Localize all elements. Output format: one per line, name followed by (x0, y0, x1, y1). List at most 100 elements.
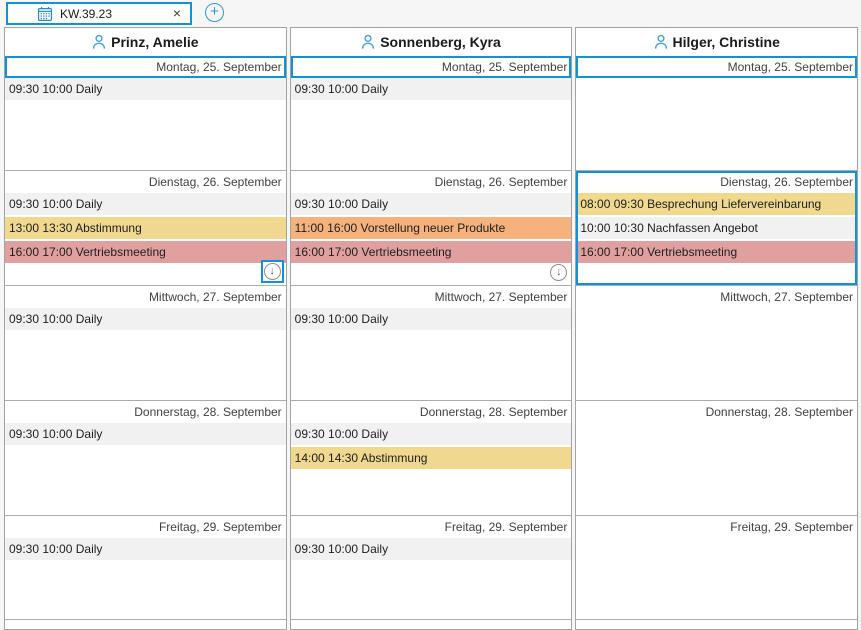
day-header[interactable]: Mittwoch, 27. September (291, 286, 572, 308)
day-header[interactable]: Dienstag, 26. September (5, 171, 286, 193)
calendar-event[interactable]: 16:00 17:00 Vertriebsmeeting (576, 241, 857, 263)
calendar-event[interactable]: 09:30 10:00 Daily (291, 193, 572, 215)
event-title: Vertriebsmeeting (361, 245, 451, 259)
event-title: Besprechung Liefervereinbarung (647, 197, 821, 211)
day-cell-selected[interactable]: Dienstag, 26. September 08:00 09:30 Besp… (576, 171, 857, 286)
tab-label: KW.39.23 (60, 7, 170, 21)
event-time: 16:00 17:00 (295, 245, 358, 259)
event-time: 10:00 10:30 (580, 221, 643, 235)
event-time: 09:30 10:00 (9, 197, 72, 211)
event-title: Daily (76, 542, 103, 556)
calendar-event[interactable]: 11:00 16:00 Vorstellung neuer Produkte (291, 217, 572, 239)
day-header[interactable]: Montag, 25. September (576, 56, 857, 78)
event-title: Daily (76, 82, 103, 96)
event-title: Daily (361, 82, 388, 96)
calendar-event[interactable]: 09:30 10:00 Daily (5, 308, 286, 330)
week-grid: Prinz, Amelie Montag, 25. September 09:3… (0, 27, 861, 630)
event-title: Daily (361, 312, 388, 326)
overflow-arrow-button[interactable]: ↓ (550, 264, 567, 281)
column-title: Hilger, Christine (673, 34, 780, 50)
event-time: 09:30 10:00 (9, 427, 72, 441)
calendar-event[interactable]: 09:30 10:00 Daily (291, 538, 572, 560)
calendar-event[interactable]: 09:30 10:00 Daily (5, 193, 286, 215)
column-header[interactable]: Sonnenberg, Kyra (291, 28, 572, 56)
day-cell[interactable]: Donnerstag, 28. September (576, 401, 857, 516)
column-header[interactable]: Hilger, Christine (576, 28, 857, 56)
event-time: 09:30 10:00 (295, 197, 358, 211)
close-icon[interactable]: × (170, 5, 184, 22)
event-time: 13:00 13:30 (9, 221, 72, 235)
calendar-event[interactable]: 09:30 10:00 Daily (291, 78, 572, 100)
event-title: Abstimmung (361, 451, 428, 465)
day-header[interactable]: Mittwoch, 27. September (5, 286, 286, 308)
event-time: 11:00 16:00 (295, 221, 358, 235)
day-header[interactable]: Donnerstag, 28. September (5, 401, 286, 423)
event-time: 09:30 10:00 (9, 312, 72, 326)
event-title: Abstimmung (75, 221, 142, 235)
day-header[interactable]: Mittwoch, 27. September (576, 286, 857, 308)
day-header[interactable]: Montag, 25. September (291, 56, 572, 78)
day-cell[interactable]: Freitag, 29. September 09:30 10:00 Daily (291, 516, 572, 620)
day-cell[interactable]: Donnerstag, 28. September 09:30 10:00 Da… (5, 401, 286, 516)
calendar-event[interactable]: 09:30 10:00 Daily (5, 78, 286, 100)
day-cell[interactable]: Mittwoch, 27. September (576, 286, 857, 401)
down-arrow-icon: ↓ (264, 263, 281, 280)
calendar-event[interactable]: 08:00 09:30 Besprechung Liefervereinbaru… (576, 193, 857, 215)
event-title: Daily (361, 197, 388, 211)
event-time: 16:00 17:00 (580, 245, 643, 259)
day-header[interactable]: Donnerstag, 28. September (576, 401, 857, 423)
calendar-event[interactable]: 09:30 10:00 Daily (291, 308, 572, 330)
day-header[interactable]: Freitag, 29. September (291, 516, 572, 538)
resource-column-hilger: Hilger, Christine Montag, 25. September … (575, 27, 858, 630)
day-cell[interactable]: Montag, 25. September 09:30 10:00 Daily (291, 56, 572, 171)
calendar-event[interactable]: 09:30 10:00 Daily (291, 423, 572, 445)
day-header[interactable]: Donnerstag, 28. September (291, 401, 572, 423)
day-cell[interactable]: Montag, 25. September 09:30 10:00 Daily (5, 56, 286, 171)
calendar-event[interactable]: 09:30 10:00 Daily (5, 423, 286, 445)
event-time: 09:30 10:00 (295, 542, 358, 556)
calendar-event[interactable]: 16:00 17:00 Vertriebsmeeting (5, 241, 286, 263)
down-arrow-icon: ↓ (550, 264, 567, 281)
calendar-event[interactable]: 10:00 10:30 Nachfassen Angebot (576, 217, 857, 239)
day-cell[interactable]: Dienstag, 26. September 09:30 10:00 Dail… (5, 171, 286, 286)
calendar-event[interactable]: 16:00 17:00 Vertriebsmeeting (291, 241, 572, 263)
event-time: 09:30 10:00 (9, 542, 72, 556)
event-title: Daily (76, 197, 103, 211)
event-title: Daily (76, 427, 103, 441)
day-cell[interactable]: Freitag, 29. September 09:30 10:00 Daily (5, 516, 286, 620)
event-time: 16:00 17:00 (9, 245, 72, 259)
overflow-arrow-button[interactable]: ↓ (261, 260, 284, 283)
person-icon (92, 34, 106, 50)
day-cell[interactable]: Donnerstag, 28. September 09:30 10:00 Da… (291, 401, 572, 516)
day-cell[interactable]: Mittwoch, 27. September 09:30 10:00 Dail… (5, 286, 286, 401)
event-title: Vertriebsmeeting (76, 245, 166, 259)
day-cell[interactable]: Montag, 25. September (576, 56, 857, 171)
calendar-event[interactable]: 09:30 10:00 Daily (5, 538, 286, 560)
day-header[interactable]: Dienstag, 26. September (576, 171, 857, 193)
event-time: 14:00 14:30 (295, 451, 358, 465)
day-header[interactable]: Freitag, 29. September (5, 516, 286, 538)
day-header[interactable]: Freitag, 29. September (576, 516, 857, 538)
day-cell[interactable]: Mittwoch, 27. September 09:30 10:00 Dail… (291, 286, 572, 401)
calendar-event[interactable]: 13:00 13:30 Abstimmung (5, 217, 286, 239)
event-title: Daily (361, 542, 388, 556)
person-icon (361, 34, 375, 50)
resource-column-sonnenberg: Sonnenberg, Kyra Montag, 25. September 0… (290, 27, 573, 630)
day-header[interactable]: Dienstag, 26. September (291, 171, 572, 193)
day-cell[interactable]: Dienstag, 26. September 09:30 10:00 Dail… (291, 171, 572, 286)
calendar-event[interactable]: 14:00 14:30 Abstimmung (291, 447, 572, 469)
tab-bar: KW.39.23 × + (0, 0, 861, 27)
event-title: Daily (76, 312, 103, 326)
add-tab-button[interactable]: + (205, 3, 224, 22)
day-header[interactable]: Montag, 25. September (5, 56, 286, 78)
person-icon (654, 34, 668, 50)
tab-week-39[interactable]: KW.39.23 × (6, 2, 192, 25)
column-header[interactable]: Prinz, Amelie (5, 28, 286, 56)
event-title: Nachfassen Angebot (647, 221, 758, 235)
event-time: 09:30 10:00 (9, 82, 72, 96)
column-title: Prinz, Amelie (111, 34, 198, 50)
event-time: 09:30 10:00 (295, 82, 358, 96)
event-title: Vorstellung neuer Produkte (361, 221, 506, 235)
event-title: Daily (361, 427, 388, 441)
day-cell[interactable]: Freitag, 29. September (576, 516, 857, 620)
